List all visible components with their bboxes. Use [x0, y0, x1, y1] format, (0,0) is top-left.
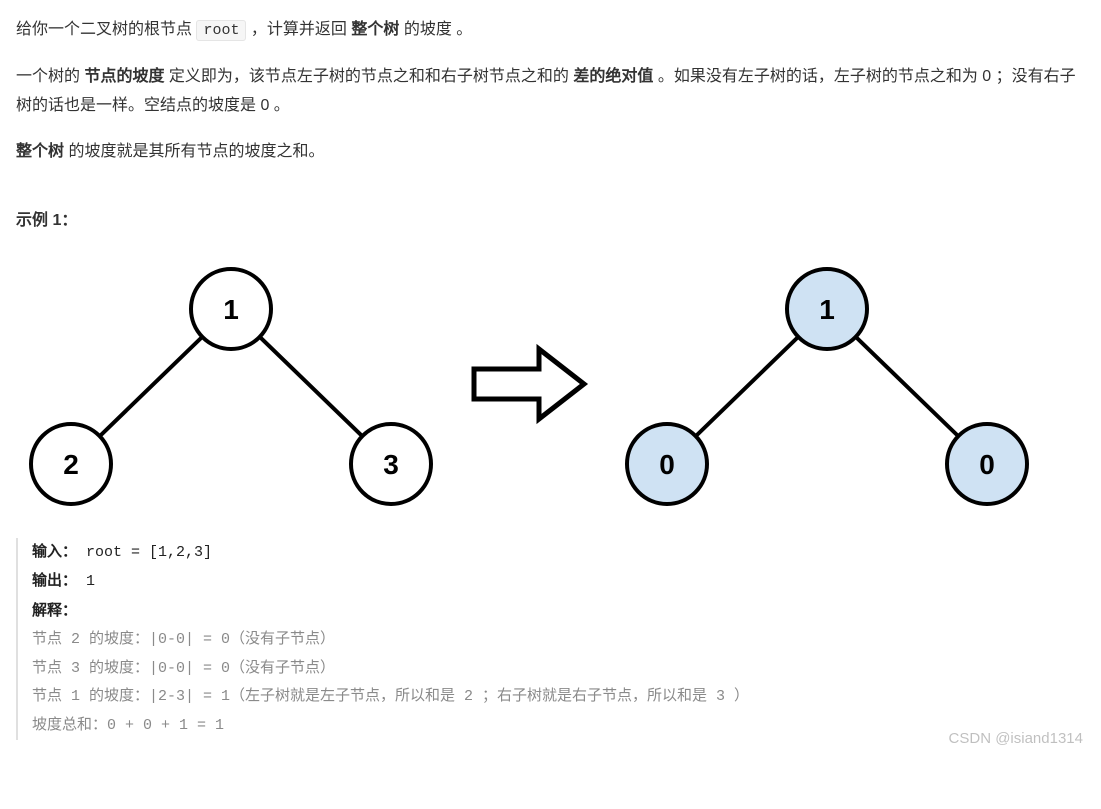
bold-text: 节点的坡度: [84, 68, 164, 85]
problem-paragraph-1: 给你一个二叉树的根节点 root ，计算并返回 整个树 的坡度 。: [16, 16, 1085, 45]
diagram-row: 1 2 3 1 0 0: [16, 254, 1085, 514]
example-heading: 示例 1：: [16, 207, 1085, 236]
node-right: 3: [383, 449, 399, 480]
problem-paragraph-2: 一个树的 节点的坡度 定义即为，该节点左子树的节点之和和右子树节点之和的 差的绝…: [16, 63, 1085, 121]
node-left: 2: [63, 449, 79, 480]
explain-line: 坡度总和：0 + 0 + 1 = 1: [32, 712, 1085, 741]
tree-right: 1 0 0: [612, 254, 1042, 514]
explain-line: 节点 3 的坡度：|0-0| = 0（没有子节点）: [32, 655, 1085, 684]
node-root: 1: [223, 294, 239, 325]
bold-text: 整个树: [16, 143, 64, 160]
output-value: 1: [86, 573, 95, 590]
explain-line: 节点 1 的坡度：|2-3| = 1（左子树就是左子节点，所以和是 2 ；右子树…: [32, 683, 1085, 712]
node-right: 0: [979, 449, 995, 480]
example-explain-label: 解释：: [32, 597, 1085, 627]
code-root: root: [196, 20, 246, 41]
example-input-line: 输入： root = [1,2,3]: [32, 538, 1085, 568]
input-value: root = [1,2,3]: [86, 544, 212, 561]
text: 的坡度就是其所有节点的坡度之和。: [68, 143, 324, 160]
example-output-line: 输出： 1: [32, 567, 1085, 597]
text: 的坡度 。: [404, 21, 472, 38]
text: 给你一个二叉树的根节点: [16, 21, 196, 38]
text: 一个树的: [16, 68, 84, 85]
arrow-icon: [464, 334, 594, 434]
node-left: 0: [659, 449, 675, 480]
problem-paragraph-3: 整个树 的坡度就是其所有节点的坡度之和。: [16, 138, 1085, 167]
bold-text: 差的绝对值: [573, 68, 653, 85]
output-label: 输出：: [32, 572, 77, 589]
node-root: 1: [819, 294, 835, 325]
explain-line: 节点 2 的坡度：|0-0| = 0（没有子节点）: [32, 626, 1085, 655]
explain-label: 解释：: [32, 602, 77, 619]
bold-text: 整个树: [351, 21, 399, 38]
text: 定义即为，该节点左子树的节点之和和右子树节点之和的: [169, 68, 573, 85]
tree-left: 1 2 3: [16, 254, 446, 514]
text: ，计算并返回: [251, 21, 351, 38]
example-block: 输入： root = [1,2,3] 输出： 1 解释： 节点 2 的坡度：|0…: [16, 538, 1085, 741]
input-label: 输入：: [32, 543, 77, 560]
